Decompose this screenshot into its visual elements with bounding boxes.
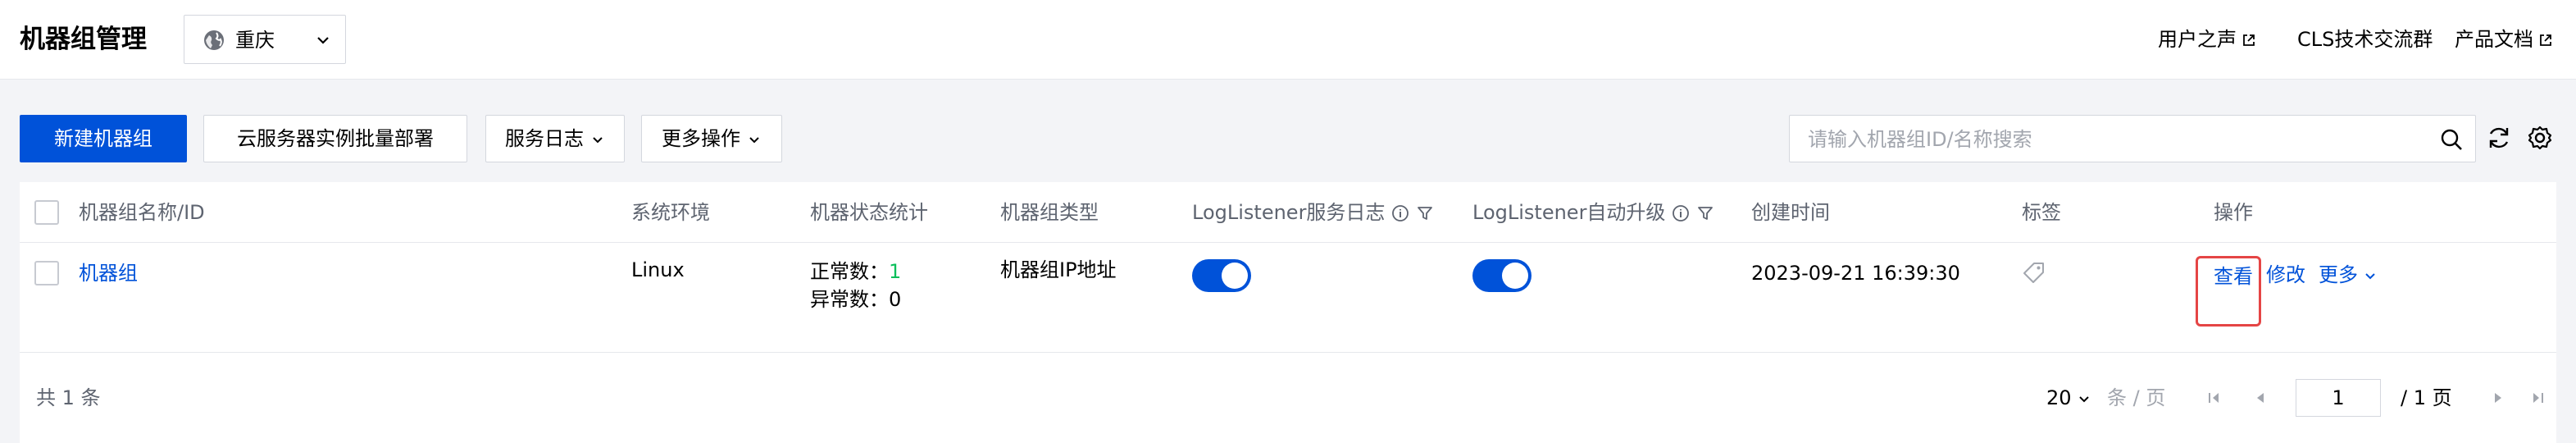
column-os: 系统环境	[631, 201, 710, 224]
view-action-highlight	[2196, 256, 2261, 327]
page-size-unit: 条 / 页	[2107, 386, 2166, 409]
service-log-label: 服务日志	[505, 127, 584, 150]
column-auto-upgrade-label: LogListener自动升级	[1472, 201, 1666, 224]
page-number-input-box: 1	[2296, 379, 2381, 417]
filter-icon[interactable]	[1416, 204, 1434, 222]
table-row: 机器组 Linux 正常数：1 异常数：0 机器组IP地址 2023-09-21…	[20, 243, 2556, 353]
normal-count: 正常数：1	[810, 258, 901, 285]
external-link-icon	[2243, 34, 2255, 46]
tech-group-link[interactable]: CLS技术交流群	[2297, 23, 2433, 56]
product-docs-link[interactable]: 产品文档	[2455, 23, 2553, 56]
normal-count-value: 1	[889, 260, 902, 283]
select-all-checkbox[interactable]	[34, 200, 59, 225]
current-page-input[interactable]: 1	[2296, 384, 2380, 412]
machine-group-name-link[interactable]: 机器组	[79, 259, 138, 287]
column-created-time: 创建时间	[1751, 201, 1830, 224]
search-box	[1789, 115, 2476, 162]
abnormal-count-value: 0	[889, 288, 902, 311]
column-status: 机器状态统计	[810, 201, 928, 224]
tag-icon[interactable]	[2022, 261, 2046, 285]
next-page-icon	[2495, 393, 2501, 403]
last-page-icon	[2533, 393, 2543, 403]
settings-gear-icon[interactable]	[2527, 125, 2553, 151]
column-tags: 标签	[2022, 201, 2061, 224]
chevron-down-icon	[317, 37, 329, 44]
last-page-button[interactable]	[2519, 379, 2556, 417]
info-icon[interactable]	[1391, 204, 1409, 222]
column-service-log-label: LogListener服务日志	[1192, 201, 1386, 224]
more-action-dropdown[interactable]: 更多	[2319, 261, 2378, 289]
total-pages: / 1 页	[2401, 386, 2452, 409]
user-voice-label: 用户之声	[2158, 28, 2237, 51]
chevron-down-icon	[2365, 273, 2375, 280]
region-select[interactable]: 重庆	[184, 15, 346, 64]
machine-group-type: 机器组IP地址	[1000, 258, 1117, 281]
auto-upgrade-toggle[interactable]	[1472, 259, 1531, 292]
globe-icon	[204, 30, 224, 50]
page-title: 机器组管理	[20, 25, 147, 54]
info-icon[interactable]	[1672, 204, 1690, 222]
abnormal-count: 异常数：0	[810, 285, 901, 313]
table-header: 机器组名称/ID 系统环境 机器状态统计 机器组类型 LogListener服务…	[20, 182, 2556, 243]
batch-deploy-button[interactable]: 云服务器实例批量部署	[203, 115, 467, 162]
user-voice-link[interactable]: 用户之声	[2158, 23, 2256, 56]
page-size-value: 20	[2046, 386, 2072, 409]
column-actions: 操作	[2214, 201, 2253, 224]
chevron-down-icon	[749, 137, 759, 144]
chevron-down-icon	[2078, 396, 2089, 403]
refresh-icon[interactable]	[2486, 125, 2512, 151]
first-page-button[interactable]	[2196, 379, 2233, 417]
column-type: 机器组类型	[1000, 201, 1099, 224]
abnormal-count-label: 异常数：	[810, 288, 889, 311]
next-page-button[interactable]	[2479, 379, 2517, 417]
column-name-id: 机器组名称/ID	[79, 201, 205, 224]
page-size-select[interactable]: 20	[2046, 384, 2091, 412]
create-machine-group-button[interactable]: 新建机器组	[20, 115, 187, 162]
top-bar: 机器组管理 重庆 用户之声 CLS技术交流群 产品文档	[0, 0, 2576, 80]
more-operations-dropdown[interactable]: 更多操作	[641, 115, 782, 162]
external-link-icon	[2540, 34, 2551, 46]
service-log-toggle[interactable]	[1192, 259, 1251, 292]
pagination-bar: 共 1 条 20 条 / 页 1 / 1 页	[20, 353, 2556, 443]
first-page-icon	[2209, 393, 2219, 403]
machine-group-table: 机器组名称/ID 系统环境 机器状态统计 机器组类型 LogListener服务…	[20, 182, 2556, 443]
more-action-label: 更多	[2319, 263, 2358, 286]
filter-icon[interactable]	[1696, 204, 1714, 222]
created-time: 2023-09-21 16:39:30	[1751, 262, 1960, 285]
search-icon[interactable]	[2439, 127, 2464, 152]
edit-action-link[interactable]: 修改	[2266, 261, 2305, 289]
prev-page-button[interactable]	[2241, 379, 2279, 417]
chevron-down-icon	[593, 137, 603, 144]
more-operations-label: 更多操作	[662, 127, 740, 150]
os-value: Linux	[631, 258, 685, 281]
column-auto-upgrade: LogListener自动升级	[1472, 199, 1714, 226]
region-label: 重庆	[235, 29, 275, 52]
product-docs-label: 产品文档	[2455, 28, 2533, 51]
normal-count-label: 正常数：	[810, 260, 889, 283]
service-log-dropdown[interactable]: 服务日志	[485, 115, 625, 162]
search-input[interactable]	[1808, 124, 2398, 155]
column-service-log: LogListener服务日志	[1192, 199, 1434, 226]
prev-page-icon	[2257, 393, 2264, 403]
total-count: 共 1 条	[36, 386, 101, 409]
row-checkbox[interactable]	[34, 261, 59, 285]
tech-group-label: CLS技术交流群	[2297, 28, 2433, 51]
